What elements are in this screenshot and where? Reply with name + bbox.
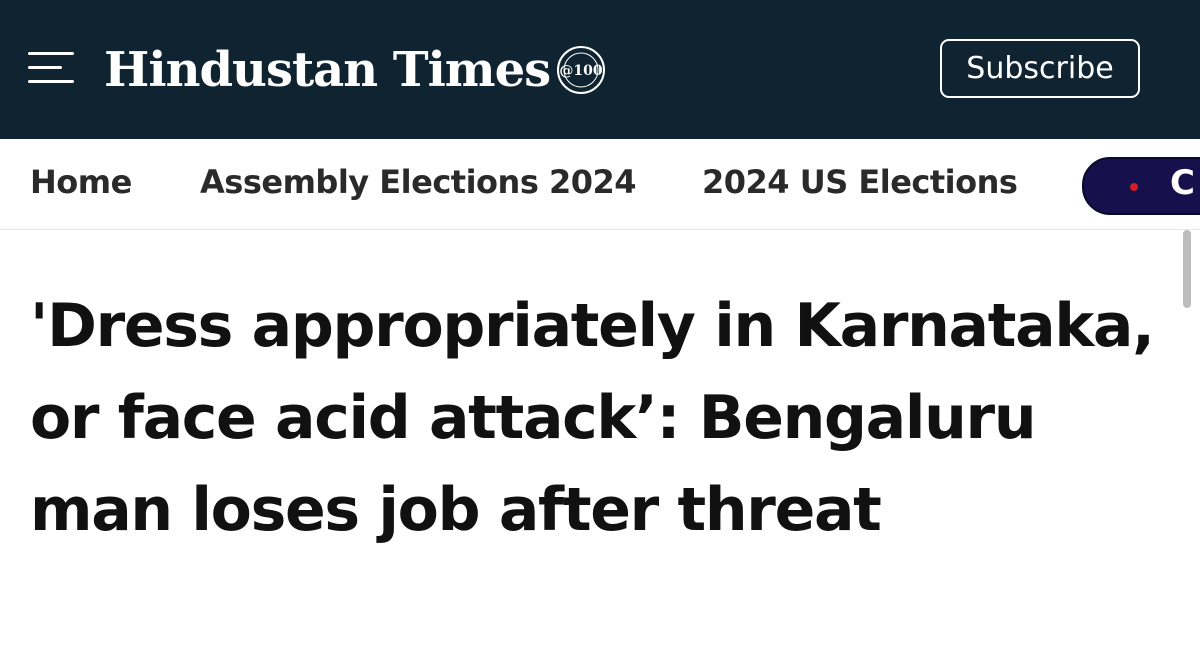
badge-label: @100 — [560, 63, 603, 79]
nav-item-home[interactable]: Home — [30, 163, 132, 201]
subscribe-button[interactable]: Subscribe — [940, 39, 1140, 98]
nav-item-us-elections[interactable]: 2024 US Elections — [702, 163, 1018, 201]
nav-pill-label: C — [1170, 163, 1195, 203]
nav-item-assembly-elections[interactable]: Assembly Elections 2024 — [200, 163, 637, 201]
article-headline: 'Dress appropriately in Karnataka, or fa… — [30, 291, 1155, 545]
hamburger-menu-icon[interactable] — [28, 50, 74, 84]
centenary-badge-icon: @100 — [557, 46, 606, 94]
site-header: Hindustan Times @100 Subscribe — [0, 0, 1200, 139]
logo-wordmark: Hindustan Times — [104, 42, 551, 98]
site-logo[interactable]: Hindustan Times @100 — [104, 38, 606, 102]
nav-item-live-pill[interactable]: C — [1082, 157, 1200, 215]
page-scrollbar[interactable] — [1183, 230, 1191, 308]
section-nav: Home Assembly Elections 2024 2024 US Ele… — [0, 139, 1200, 230]
live-dot-icon — [1130, 183, 1138, 191]
